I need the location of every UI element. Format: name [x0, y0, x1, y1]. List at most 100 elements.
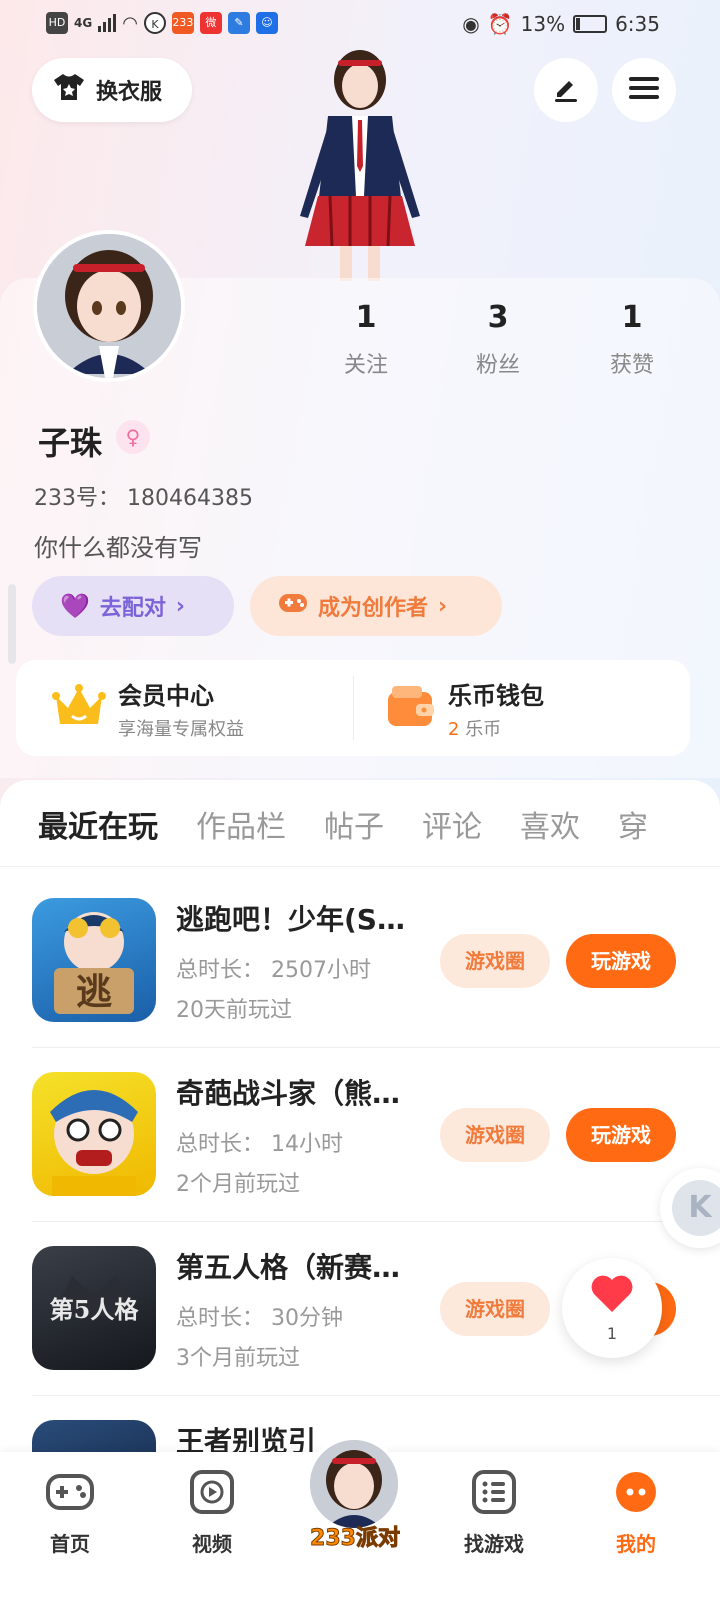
nav-party-label[interactable]: 233派对 [300, 1520, 410, 1552]
like-float-button[interactable]: 1 [562, 1258, 662, 1358]
tab-recent-played[interactable]: 最近在玩 [38, 796, 158, 866]
avatar-character[interactable] [280, 46, 440, 281]
become-creator-label: 成为创作者 [318, 596, 429, 621]
game-duration: 总时长： 2507小时 [176, 958, 371, 983]
change-outfit-label: 换衣服 [96, 80, 163, 105]
status-left: HD 4G ◠ K 233 微 ✎ ☺ [46, 12, 278, 34]
game-title: 王者别览引 [176, 1425, 317, 1454]
robot-app-icon: ☺ [255, 12, 278, 34]
tabs-divider [0, 866, 720, 867]
game-duration: 总时长： 14小时 [176, 1132, 343, 1157]
stat-following-label: 关注 [343, 353, 388, 378]
status-bar: HD 4G ◠ K 233 微 ✎ ☺ ◉ ⏰ 13% 6:35 [0, 0, 720, 48]
change-outfit-button[interactable]: 换衣服 [32, 58, 192, 122]
play-video-icon [152, 1470, 272, 1518]
me-face-icon [576, 1470, 696, 1518]
user-name: 子珠 [38, 424, 103, 462]
tshirt-icon [52, 72, 86, 108]
profile-avatar[interactable] [33, 230, 185, 382]
battery-icon [573, 15, 608, 33]
nav-party-avatar[interactable] [306, 1436, 402, 1532]
member-subtitle: 享海量专属权益 [118, 718, 244, 740]
game-title: 逃跑吧！少年(S… [176, 903, 405, 936]
tab-outfits[interactable]: 穿 [618, 796, 648, 866]
user-bio: 你什么都没有写 [34, 534, 202, 562]
feather-app-icon: ✎ [227, 12, 250, 34]
game-duration: 总时长： 30分钟 [176, 1306, 343, 1331]
app-233-icon: 233 [171, 12, 194, 34]
stat-likes[interactable]: 1 获赞 [572, 300, 692, 379]
game-icon-text: 第5人格 [50, 1295, 140, 1324]
game-last-played: 3个月前玩过 [176, 1346, 300, 1371]
member-center[interactable]: 会员中心 享海量专属权益 [52, 660, 352, 756]
battery-percent: 13% [520, 12, 566, 36]
game-last-played: 20天前玩过 [176, 998, 292, 1023]
game-icon-text: 逃 [76, 972, 112, 1013]
nav-find-games[interactable]: 找游戏 [434, 1470, 554, 1557]
female-icon: ♀ [116, 420, 150, 454]
nav-me[interactable]: 我的 [576, 1470, 696, 1557]
game-circle-button[interactable]: 游戏圈 [440, 1282, 550, 1336]
become-creator-button[interactable]: 成为创作者 › [250, 576, 502, 636]
wallet-subtitle: 2 乐币 [448, 715, 544, 741]
nav-video-label: 视频 [192, 1532, 232, 1556]
stat-following[interactable]: 1 关注 [306, 300, 426, 379]
edit-button[interactable] [534, 58, 598, 122]
pen-icon [551, 73, 581, 107]
tab-comments[interactable]: 评论 [422, 796, 482, 866]
wallet-title: 乐币钱包 [448, 681, 544, 710]
heart-icon [590, 1274, 634, 1318]
chevron-right-icon: › [438, 593, 448, 619]
stat-fans[interactable]: 3 粉丝 [438, 300, 558, 379]
game-icon[interactable]: 第5人格 [32, 1246, 156, 1370]
game-title: 奇葩战斗家（熊… [176, 1077, 401, 1110]
nav-find-games-label: 找游戏 [464, 1532, 524, 1556]
play-game-button[interactable]: 玩游戏 [566, 1108, 676, 1162]
tab-likes[interactable]: 喜欢 [520, 796, 580, 866]
game-icon[interactable] [32, 1420, 156, 1454]
gamepad-icon [278, 592, 308, 620]
nav-video[interactable]: 视频 [152, 1470, 272, 1557]
coin-wallet[interactable]: 乐币钱包 2 乐币 [386, 660, 676, 756]
game-last-played: 2个月前玩过 [176, 1172, 300, 1197]
crown-icon [52, 682, 106, 734]
k-icon: K [672, 1180, 720, 1236]
nav-home[interactable]: 首页 [10, 1470, 130, 1557]
scroll-handle[interactable] [8, 584, 16, 664]
tab-works[interactable]: 作品栏 [196, 796, 286, 866]
game-row[interactable]: 奇葩战斗家（熊… 总时长： 14小时 2个月前玩过 游戏圈 玩游戏 [0, 1046, 720, 1218]
game-circle-button[interactable]: 游戏圈 [440, 934, 550, 988]
signal-icon [98, 14, 117, 32]
status-right: ◉ ⏰ 13% 6:35 [462, 12, 660, 36]
match-button[interactable]: 💜 去配对 › [32, 576, 234, 636]
divider [353, 676, 354, 740]
game-icon[interactable] [32, 1072, 156, 1196]
k-app-icon: K [143, 12, 166, 34]
tab-posts[interactable]: 帖子 [324, 796, 384, 866]
content-tabs: 最近在玩 作品栏 帖子 评论 喜欢 穿 [0, 796, 720, 866]
alarm-icon: ⏰ [487, 12, 513, 36]
game-row[interactable]: 逃 逃跑吧！少年(S… 总时长： 2507小时 20天前玩过 游戏圈 玩游戏 [0, 872, 720, 1044]
user-id: 233号： 180464385 [34, 486, 253, 511]
game-icon[interactable]: 逃 [32, 898, 156, 1022]
play-game-button[interactable]: 玩游戏 [566, 934, 676, 988]
list-icon [434, 1470, 554, 1518]
wifi-icon: ◠ [122, 12, 138, 34]
menu-icon [629, 75, 659, 105]
clock: 6:35 [615, 12, 660, 36]
stat-fans-count: 3 [487, 300, 509, 335]
gamepad-icon [10, 1470, 130, 1518]
network-label: 4G [74, 16, 93, 30]
match-label: 去配对 [99, 596, 166, 621]
stat-fans-label: 粉丝 [475, 353, 520, 378]
wallet-icon [386, 684, 436, 732]
game-circle-button[interactable]: 游戏圈 [440, 1108, 550, 1162]
game-title: 第五人格（新赛… [176, 1251, 401, 1284]
weibo-icon: 微 [199, 12, 222, 34]
hd-icon: HD [46, 12, 68, 34]
wallet-unit: 乐币 [465, 718, 502, 740]
eye-icon: ◉ [462, 12, 480, 36]
menu-button[interactable] [612, 58, 676, 122]
member-title: 会员中心 [118, 681, 214, 710]
chevron-right-icon: › [175, 593, 185, 619]
